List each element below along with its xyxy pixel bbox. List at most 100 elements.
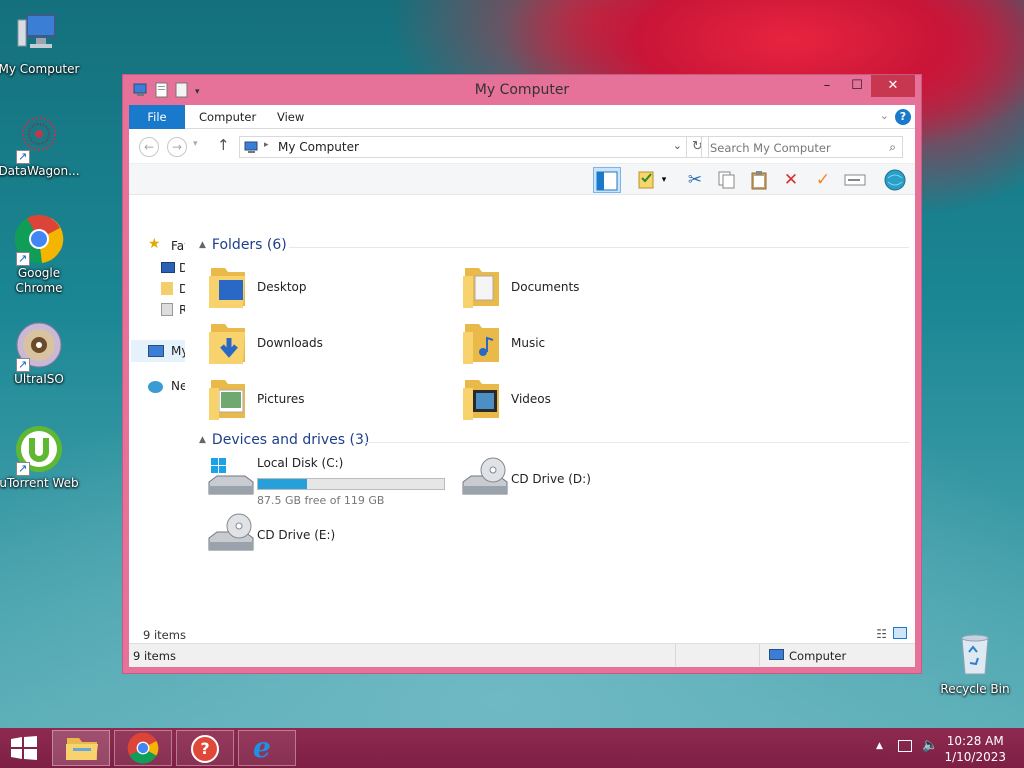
shortcut-arrow-icon <box>16 461 30 476</box>
drives-group-header[interactable]: ▲ Devices and drives (3) <box>199 432 369 448</box>
shortcut-arrow-icon <box>16 251 30 266</box>
windows-logo-icon <box>11 736 37 760</box>
nav-desktop[interactable]: Desktop <box>179 261 185 275</box>
status-divider <box>675 644 676 666</box>
check-icon[interactable]: ✓ <box>809 167 837 193</box>
close-button[interactable]: ✕ <box>871 75 915 97</box>
computer-small-icon <box>769 649 784 660</box>
desktop-icon-recycle-bin[interactable]: Recycle Bin <box>933 630 1017 697</box>
recent-locations-icon[interactable]: ▾ <box>193 139 198 149</box>
window-client: File Computer View ⌄ ? ← → ▾ ↑ ▸ My Comp… <box>129 105 915 667</box>
search-icon[interactable]: ⌕ <box>889 140 896 155</box>
music-folder-icon <box>461 318 503 366</box>
address-bar[interactable]: ▸ My Computer ⌄ <box>239 136 687 158</box>
computer-small-icon <box>148 345 164 357</box>
navigation-pane: ★ Favorites Desktop Downloads Recent pla… <box>129 226 185 633</box>
status-item-count: 9 items <box>133 649 176 663</box>
pictures-folder-icon <box>207 374 249 422</box>
up-button[interactable]: ↑ <box>217 136 230 154</box>
search-input[interactable]: Search My Computer <box>710 141 831 155</box>
nav-recent-places[interactable]: Recent places <box>179 303 185 317</box>
delete-icon[interactable]: ✕ <box>777 167 805 193</box>
desktop-icon-label: Google Chrome <box>15 266 63 295</box>
folders-group-header[interactable]: ▲ Folders (6) <box>199 237 287 253</box>
tab-view[interactable]: View <box>263 105 318 129</box>
taskbar-chrome[interactable] <box>114 730 172 766</box>
tab-file[interactable]: File <box>129 105 185 129</box>
recent-places-icon <box>161 303 173 316</box>
clock-time: 10:28 AM <box>946 734 1004 748</box>
cut-icon[interactable]: ✂ <box>681 167 709 193</box>
taskbar-file-explorer[interactable] <box>52 730 110 766</box>
folder-item-music[interactable]: Music <box>461 318 701 370</box>
folder-item-pictures[interactable]: Pictures <box>207 374 447 426</box>
back-button[interactable]: ← <box>139 137 159 157</box>
copy-icon[interactable] <box>713 167 741 193</box>
desktop-icon-label: uTorrent Web <box>0 476 79 490</box>
content-pane: ▲ Folders (6) Desktop Documents Download… <box>193 226 915 633</box>
folder-item-documents[interactable]: Documents <box>461 262 701 314</box>
maximize-button[interactable]: ☐ <box>843 75 871 97</box>
collapse-arrow-icon[interactable]: ▲ <box>199 240 206 250</box>
folders-group-title: Folders (6) <box>211 237 287 253</box>
folder-item-downloads[interactable]: Downloads <box>207 318 447 370</box>
volume-tray-icon[interactable]: 🔈 <box>922 738 938 753</box>
folder-item-desktop[interactable]: Desktop <box>207 262 447 314</box>
disk-usage-fill <box>258 479 308 489</box>
collapse-arrow-icon[interactable]: ▲ <box>199 435 206 445</box>
ribbon-tabs: File Computer View ⌄ ? <box>129 105 915 129</box>
address-dropdown-icon[interactable]: ⌄ <box>673 139 682 152</box>
help-button[interactable]: ? <box>895 109 911 125</box>
chrome-icon <box>14 214 64 266</box>
start-button[interactable] <box>10 736 38 760</box>
desktop-icon-label: UltraISO <box>14 372 64 386</box>
cd-drive-icon <box>461 456 508 504</box>
folder-label: Music <box>511 336 546 350</box>
large-icons-view-icon[interactable] <box>893 627 907 639</box>
drive-item-c[interactable]: Local Disk (C:) 87.5 GB free of 119 GB <box>207 456 457 508</box>
folder-item-videos[interactable]: Videos <box>461 374 701 426</box>
nav-my-computer[interactable]: My Computer <box>171 344 185 358</box>
address-path[interactable]: My Computer <box>278 140 359 154</box>
system-clock[interactable]: 10:28 AM 1/10/2023 <box>944 733 1006 765</box>
tab-computer[interactable]: Computer <box>185 105 270 129</box>
star-icon: ★ <box>148 236 161 252</box>
title-bar[interactable]: ▾ My Computer – ☐ ✕ <box>123 75 921 105</box>
documents-folder-icon <box>461 262 503 310</box>
desktop-icon-google-chrome[interactable]: Google Chrome <box>0 214 81 296</box>
rename-icon[interactable] <box>841 167 869 193</box>
desktop-icon-utorrent-web[interactable]: uTorrent Web <box>0 424 81 491</box>
folder-label: Downloads <box>257 336 323 350</box>
forward-button[interactable]: → <box>167 137 187 157</box>
file-explorer-icon <box>66 738 98 760</box>
network-tray-icon[interactable] <box>898 740 912 752</box>
properties-dropdown-icon[interactable]: ▾ <box>657 167 671 193</box>
drives-group-title: Devices and drives (3) <box>211 432 370 448</box>
item-count: 9 items <box>143 628 186 642</box>
taskbar-help-app[interactable]: ? <box>176 730 234 766</box>
drive-item-e[interactable]: CD Drive (E:) <box>207 512 447 564</box>
desktop-icon-ultraiso[interactable]: UltraISO <box>0 320 81 387</box>
nav-network[interactable]: Network <box>171 379 185 393</box>
taskbar-internet-explorer[interactable]: e <box>238 730 296 766</box>
help-question-icon: ? <box>191 735 219 763</box>
ribbon-expand-icon[interactable]: ⌄ <box>880 109 889 122</box>
breadcrumb-separator-icon[interactable]: ▸ <box>264 140 269 150</box>
minimize-button[interactable]: – <box>813 75 841 97</box>
show-hidden-icons-icon[interactable]: ▲ <box>876 741 883 751</box>
status-divider <box>759 644 760 666</box>
taskbar: ? e ▲ 🔈 10:28 AM 1/10/2023 <box>0 728 1024 768</box>
desktop-icon-my-computer[interactable]: My Computer <box>0 10 81 77</box>
datawagon-icon <box>14 112 64 164</box>
nav-downloads[interactable]: Downloads <box>179 282 185 296</box>
search-box[interactable]: Search My Computer ⌕ <box>701 136 903 158</box>
paste-icon[interactable] <box>745 167 773 193</box>
drive-item-d[interactable]: CD Drive (D:) <box>461 456 701 508</box>
preview-pane-button[interactable] <box>593 167 621 193</box>
desktop-icon-datawagon[interactable]: DataWagon... <box>0 112 81 179</box>
details-view-icon[interactable]: ☷ <box>876 627 887 641</box>
command-toolbar: ▾ ✂ ✕ ✓ <box>129 163 915 195</box>
network-globe-icon[interactable] <box>881 167 909 193</box>
nav-favorites[interactable]: Favorites <box>171 239 185 253</box>
computer-icon <box>14 10 64 60</box>
